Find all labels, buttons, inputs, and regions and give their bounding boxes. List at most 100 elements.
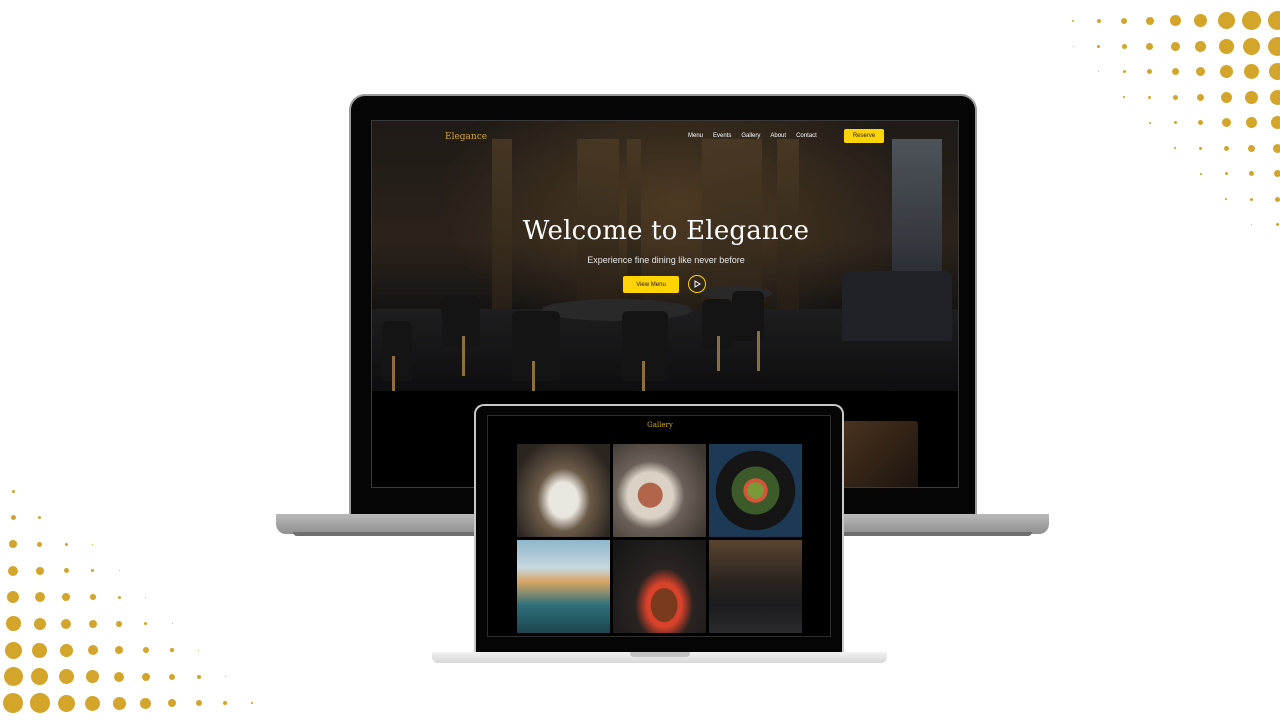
decorative-dot bbox=[1196, 67, 1206, 77]
decorative-dot bbox=[1249, 171, 1255, 177]
decorative-dot bbox=[4, 641, 22, 659]
reserve-button[interactable]: Reserve bbox=[844, 129, 884, 143]
decorative-dot bbox=[223, 701, 228, 706]
decorative-dot bbox=[1267, 11, 1280, 31]
play-video-button[interactable] bbox=[688, 275, 706, 293]
decorative-dot bbox=[1197, 93, 1205, 101]
decorative-dot bbox=[168, 699, 177, 708]
decorative-dot bbox=[1172, 94, 1178, 100]
view-menu-button[interactable]: View Menu bbox=[623, 276, 679, 293]
decorative-dot bbox=[1272, 143, 1280, 153]
decorative-dot bbox=[1097, 44, 1101, 48]
decorative-dot bbox=[32, 642, 48, 658]
decorative-dot bbox=[34, 592, 45, 603]
decorative-dot bbox=[250, 702, 253, 704]
decorative-dot bbox=[1218, 38, 1234, 54]
decorative-dot bbox=[1217, 12, 1235, 30]
decorative-dot bbox=[91, 569, 95, 573]
gallery-image-terrace-dining[interactable] bbox=[517, 540, 610, 633]
decorative-dot bbox=[196, 674, 201, 679]
decorative-dot bbox=[140, 697, 152, 709]
decorative-dot bbox=[1123, 96, 1126, 99]
nav-item-menu[interactable]: Menu bbox=[688, 133, 703, 139]
decorative-dot bbox=[224, 676, 226, 678]
nav-item-contact[interactable]: Contact bbox=[796, 133, 817, 139]
decorative-dot bbox=[1242, 11, 1262, 31]
site-logo[interactable]: Elegance bbox=[445, 132, 487, 142]
gallery-image-salad-bowl[interactable] bbox=[709, 444, 802, 537]
decorative-dot bbox=[1267, 36, 1280, 56]
nav-item-gallery[interactable]: Gallery bbox=[741, 133, 760, 139]
tablet-device: Gallery bbox=[474, 404, 844, 654]
decorative-dot bbox=[1170, 41, 1180, 51]
decorative-dot bbox=[141, 672, 150, 681]
decorative-dot bbox=[1169, 15, 1181, 27]
decorative-dot bbox=[1245, 90, 1259, 104]
play-icon bbox=[694, 280, 701, 288]
decorative-dot bbox=[1243, 37, 1261, 55]
decorative-dot bbox=[1121, 17, 1128, 24]
decorative-dot bbox=[171, 623, 173, 625]
decorative-dot bbox=[142, 647, 149, 654]
decorative-dot bbox=[1251, 224, 1253, 226]
decorative-dot bbox=[1145, 16, 1154, 25]
decorative-dot bbox=[1199, 146, 1203, 150]
decorative-dot bbox=[88, 619, 97, 628]
decorative-dot bbox=[170, 648, 175, 653]
decorative-dot bbox=[1270, 116, 1280, 130]
decorative-dot bbox=[1268, 63, 1280, 81]
decorative-dot bbox=[1275, 223, 1279, 227]
decorative-dot bbox=[1146, 42, 1154, 50]
nav-item-about[interactable]: About bbox=[770, 133, 786, 139]
hero-title: Welcome to Elegance bbox=[522, 216, 810, 246]
decorative-dots-bottom-left bbox=[0, 478, 270, 720]
decorative-dot bbox=[1219, 65, 1233, 79]
decorative-dot bbox=[1072, 45, 1074, 47]
decorative-dot bbox=[89, 594, 96, 601]
decorative-dot bbox=[1194, 14, 1208, 28]
decorative-dot bbox=[1121, 43, 1127, 49]
decorative-dot bbox=[116, 620, 123, 627]
tablet-notch bbox=[630, 652, 690, 657]
gallery-image-ribs-platter[interactable] bbox=[613, 540, 706, 633]
decorative-dot bbox=[85, 695, 101, 711]
tablet-screen: Gallery bbox=[487, 415, 831, 637]
hero-subtitle: Experience fine dining like never before bbox=[587, 255, 745, 265]
decorative-dot bbox=[37, 541, 43, 547]
decorative-dot bbox=[1248, 144, 1256, 152]
decorative-dot bbox=[1072, 19, 1075, 22]
decorative-dot bbox=[58, 669, 74, 685]
decorative-dot bbox=[35, 566, 44, 575]
decorative-dot bbox=[1199, 172, 1202, 175]
decorative-dot bbox=[1174, 147, 1177, 150]
gallery-image-restaurant-interior[interactable] bbox=[709, 540, 802, 633]
decorative-dot bbox=[1220, 91, 1232, 103]
decorative-dot bbox=[3, 693, 24, 714]
decorative-dot bbox=[5, 616, 21, 632]
section-image bbox=[842, 421, 918, 487]
decorative-dot bbox=[86, 670, 100, 684]
gallery-image-plated-dish[interactable] bbox=[517, 444, 610, 537]
decorative-dot bbox=[195, 700, 202, 707]
decorative-dot bbox=[8, 565, 19, 576]
decorative-dot bbox=[9, 540, 18, 549]
decorative-dot bbox=[1273, 170, 1280, 178]
decorative-dot bbox=[112, 696, 126, 710]
decorative-dot bbox=[115, 646, 124, 655]
decorative-dot bbox=[87, 645, 98, 656]
decorative-dot bbox=[1269, 89, 1280, 105]
decorative-dot bbox=[144, 622, 148, 626]
decorative-dot bbox=[38, 516, 42, 520]
decorative-dot bbox=[57, 694, 75, 712]
decorative-dot bbox=[33, 617, 46, 630]
gallery-image-steak-salad[interactable] bbox=[613, 444, 706, 537]
decorative-dot bbox=[61, 618, 72, 629]
decorative-dot bbox=[114, 671, 125, 682]
decorative-dots-top-right bbox=[1035, 8, 1280, 240]
decorative-dot bbox=[64, 542, 68, 546]
decorative-dot bbox=[1198, 120, 1204, 126]
decorative-dot bbox=[1221, 118, 1231, 128]
decorative-dot bbox=[1224, 172, 1228, 176]
nav-item-events[interactable]: Events bbox=[713, 133, 731, 139]
decorative-dot bbox=[1223, 145, 1229, 151]
